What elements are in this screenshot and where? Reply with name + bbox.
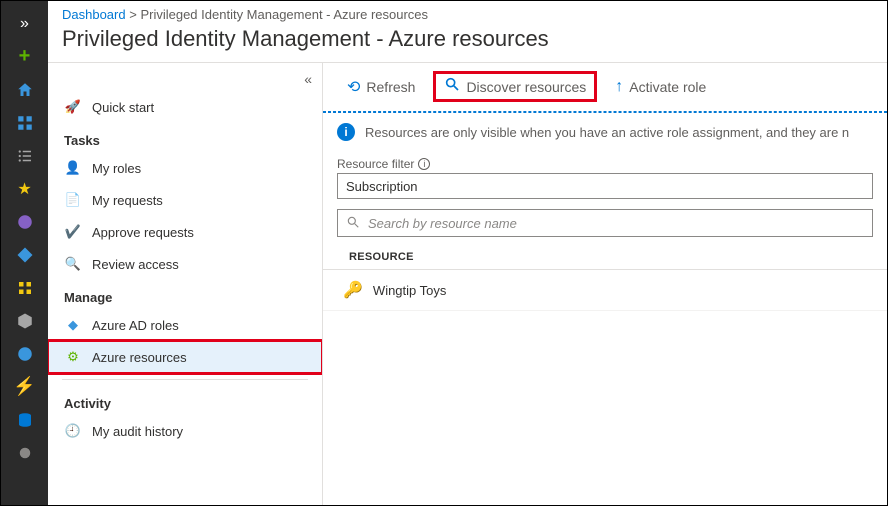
cube-icon bbox=[16, 312, 34, 330]
refresh-button[interactable]: ⟲ Refresh bbox=[337, 73, 425, 101]
rocket-icon: 🚀 bbox=[64, 99, 82, 115]
list-icon bbox=[16, 147, 34, 165]
rail-cosmos[interactable] bbox=[1, 436, 48, 469]
button-label: Discover resources bbox=[466, 79, 586, 95]
sidebar-item-label: My requests bbox=[92, 193, 163, 208]
breadcrumb-current: Privileged Identity Management - Azure r… bbox=[140, 7, 428, 22]
toolbar: ⟲ Refresh Discover resources ↑ Activate … bbox=[323, 63, 887, 111]
sidebar-item-label: Review access bbox=[92, 257, 179, 272]
plus-icon: + bbox=[19, 45, 31, 68]
arrow-up-icon: ↑ bbox=[615, 78, 623, 96]
rail-app4[interactable] bbox=[1, 304, 48, 337]
search-box[interactable] bbox=[337, 209, 873, 237]
sidebar-item-my-roles[interactable]: 👤 My roles bbox=[48, 152, 322, 184]
sidebar-item-approve-requests[interactable]: ✔️ Approve requests bbox=[48, 216, 322, 248]
resources-icon: ⚙ bbox=[64, 349, 82, 365]
rail-app2[interactable] bbox=[1, 238, 48, 271]
resource-name: Wingtip Toys bbox=[373, 283, 446, 298]
review-icon: 🔍 bbox=[64, 256, 82, 272]
dashboard-icon bbox=[16, 114, 34, 132]
left-nav-rail: » + ★ ⚡ bbox=[1, 1, 48, 505]
request-icon: 📄 bbox=[64, 192, 82, 208]
history-icon: 🕘 bbox=[64, 423, 82, 439]
search-input[interactable] bbox=[366, 215, 864, 232]
sidebar-item-review-access[interactable]: 🔍 Review access bbox=[48, 248, 322, 280]
search-icon bbox=[444, 76, 460, 97]
content-pane: ⟲ Refresh Discover resources ↑ Activate … bbox=[323, 63, 887, 505]
sidebar-item-azure-resources[interactable]: ⚙ Azure resources bbox=[48, 341, 322, 373]
main-area: Dashboard > Privileged Identity Manageme… bbox=[48, 1, 887, 505]
chevron-right-icon: » bbox=[20, 15, 29, 33]
button-label: Activate role bbox=[629, 79, 706, 95]
rail-list[interactable] bbox=[1, 139, 48, 172]
sidebar-item-label: Azure AD roles bbox=[92, 318, 179, 333]
sidebar-item-label: Approve requests bbox=[92, 225, 194, 240]
rail-create[interactable]: + bbox=[1, 40, 48, 73]
side-panel: « 🚀 Quick start Tasks 👤 My roles 📄 My re… bbox=[48, 63, 323, 505]
collapse-panel-icon[interactable]: « bbox=[304, 71, 312, 87]
sidebar-item-label: My roles bbox=[92, 161, 141, 176]
approve-icon: ✔️ bbox=[64, 224, 82, 240]
home-icon bbox=[16, 81, 34, 99]
breadcrumb-sep: > bbox=[129, 7, 137, 22]
bolt-icon: ⚡ bbox=[13, 376, 35, 397]
sidebar-section-manage: Manage bbox=[48, 280, 322, 309]
sidebar-item-quick-start[interactable]: 🚀 Quick start bbox=[48, 91, 322, 123]
rail-sql[interactable] bbox=[1, 403, 48, 436]
sidebar-item-my-audit-history[interactable]: 🕘 My audit history bbox=[48, 415, 322, 447]
button-label: Refresh bbox=[366, 79, 415, 95]
diamond-icon: ◆ bbox=[64, 317, 82, 333]
info-banner: i Resources are only visible when you ha… bbox=[323, 112, 887, 151]
rail-app5[interactable] bbox=[1, 337, 48, 370]
info-text: Resources are only visible when you have… bbox=[365, 125, 849, 140]
person-icon: 👤 bbox=[64, 160, 82, 176]
page-title: Privileged Identity Management - Azure r… bbox=[48, 22, 887, 62]
column-header-resource[interactable]: RESOURCE bbox=[323, 237, 887, 270]
sidebar-item-azure-ad-roles[interactable]: ◆ Azure AD roles bbox=[48, 309, 322, 341]
globe-purple-icon bbox=[16, 213, 34, 231]
info-icon: i bbox=[337, 123, 355, 141]
grid-icon bbox=[16, 279, 34, 297]
star-icon: ★ bbox=[17, 179, 31, 199]
rail-app1[interactable] bbox=[1, 205, 48, 238]
web-icon bbox=[16, 345, 34, 363]
sidebar-item-label: Quick start bbox=[92, 100, 154, 115]
info-small-icon[interactable]: i bbox=[418, 158, 430, 170]
sidebar-item-label: Azure resources bbox=[92, 350, 187, 365]
breadcrumb: Dashboard > Privileged Identity Manageme… bbox=[48, 1, 887, 22]
breadcrumb-root-link[interactable]: Dashboard bbox=[62, 7, 126, 22]
rail-app3[interactable] bbox=[1, 271, 48, 304]
rail-functions[interactable]: ⚡ bbox=[1, 370, 48, 403]
rail-expand[interactable]: » bbox=[1, 7, 48, 40]
refresh-icon: ⟲ bbox=[347, 77, 360, 97]
resource-filter-input[interactable] bbox=[337, 173, 873, 199]
rail-favorites[interactable]: ★ bbox=[1, 172, 48, 205]
activate-role-button[interactable]: ↑ Activate role bbox=[605, 74, 716, 100]
sidebar-item-label: My audit history bbox=[92, 424, 183, 439]
resource-filter-label: Resource filter i bbox=[337, 157, 873, 171]
sidebar-section-activity: Activity bbox=[48, 386, 322, 415]
resource-row[interactable]: 🔑 Wingtip Toys bbox=[323, 270, 887, 311]
search-icon bbox=[346, 215, 360, 232]
rail-home[interactable] bbox=[1, 73, 48, 106]
planet-icon bbox=[16, 444, 34, 462]
rail-dashboard[interactable] bbox=[1, 106, 48, 139]
sidebar-item-my-requests[interactable]: 📄 My requests bbox=[48, 184, 322, 216]
sidebar-section-tasks: Tasks bbox=[48, 123, 322, 152]
discover-resources-button[interactable]: Discover resources bbox=[433, 71, 597, 102]
sql-icon bbox=[16, 411, 34, 429]
key-icon: 🔑 bbox=[343, 280, 363, 300]
diamond-icon bbox=[16, 246, 34, 264]
